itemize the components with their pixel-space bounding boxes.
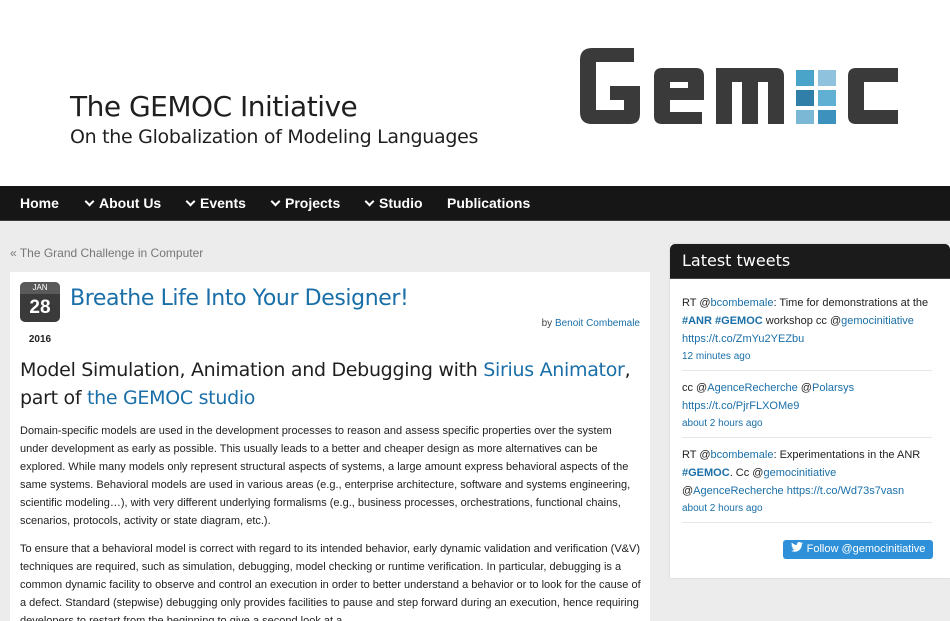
chevron-down-icon [84,196,95,207]
chevron-down-icon [364,196,375,207]
tweet-text: . Cc @ [729,467,764,479]
tweet-text: @ [797,382,812,394]
site-header: The GEMOC Initiative On the Globalizatio… [0,0,950,186]
tweet-item: RT @bcombemale: Time for demonstrations … [682,294,934,366]
tweet-time[interactable]: about 2 hours ago [682,415,934,433]
tweet-text: @ [682,485,694,497]
tweet-text: : Time for demonstrations at the [773,297,929,309]
gemoc-logo[interactable] [572,30,908,142]
author-link[interactable]: Benoit Combemale [555,318,640,329]
hashtag-link[interactable]: #GEMOC [682,467,730,479]
tweet-time[interactable]: 12 minutes ago [682,348,934,366]
nav-about-label: About Us [99,195,162,211]
calendar-icon: JAN 28 [20,282,60,322]
date-year: 2016 [28,334,52,345]
tweet-time[interactable]: about 2 hours ago [682,500,934,518]
nav-studio-label: Studio [379,195,423,211]
nav-home[interactable]: Home [20,186,59,221]
post-card: JAN 28 2016 Breathe Life Into Your Desig… [10,272,650,621]
chevron-down-icon [270,196,281,207]
nav-events[interactable]: Events [185,186,246,221]
tweet-user-link[interactable]: gemocinitiative [763,467,836,479]
tweet-text: cc @ [682,382,708,394]
tweet-divider [682,437,932,438]
tweet-divider [682,522,932,523]
tweet-url-link[interactable]: https://t.co/Wd73s7vasn [787,485,904,497]
tweet-url-link[interactable]: https://t.co/PjrFLXOMe9 [682,400,799,412]
nav-publications[interactable]: Publications [447,186,530,221]
prev-arrow: « [10,246,17,260]
date-badge: JAN 28 2016 [20,282,60,345]
tweet-user-link[interactable]: AgenceRecherche [707,382,798,394]
widget-header: Latest tweets [670,244,950,279]
nav-projects-label: Projects [285,195,341,211]
post-paragraph-1: Domain-specific models are used in the d… [20,425,631,527]
heading-text-1: Model Simulation, Animation and Debuggin… [20,359,484,381]
nav-events-label: Events [200,195,246,211]
gemoc-studio-link[interactable]: the GEMOC studio [87,387,255,409]
chevron-down-icon [185,196,196,207]
tweet-rt: RT @ [682,449,711,461]
nav-projects[interactable]: Projects [270,186,341,221]
tweet-divider [682,370,932,371]
prev-post-label: The Grand Challenge in Computer [19,246,204,260]
tweet-user-link[interactable]: Polarsys [812,382,854,394]
tweet-rt: RT @ [682,297,711,309]
main-nav: Home About Us Events Projects Studio Pub… [0,186,950,221]
tweet-text: : Experimentations in the ANR [773,449,921,461]
tweet-user-link[interactable]: gemocinitiative [841,315,914,327]
hashtag-link[interactable]: #ANR [682,315,712,327]
tweet-item: RT @bcombemale: Experimentations in the … [682,446,934,518]
tweet-user-link[interactable]: AgenceRecherche [693,485,784,497]
tweet-user-link[interactable]: bcombemale [711,449,774,461]
nav-publications-label: Publications [447,195,531,211]
site-title[interactable]: The GEMOC Initiative [70,90,358,123]
tweet-url-link[interactable]: https://t.co/ZmYu2YEZbu [682,333,804,345]
site-subtitle: On the Globalization of Modeling Languag… [70,126,479,148]
widget-title: Latest tweets [682,251,791,270]
tweet-user-link[interactable]: bcombemale [711,297,774,309]
nav-studio[interactable]: Studio [364,186,423,221]
date-day: 28 [29,297,51,318]
byline: by Benoit Combemale [542,318,640,329]
tweet-text: workshop cc @ [762,315,842,327]
nav-home-label: Home [20,195,59,211]
follow-button[interactable]: Follow @gemocinitiative [783,540,933,559]
twitter-bird-icon [790,540,803,559]
latest-tweets-widget: Latest tweets RT @bcombemale: Time for d… [670,244,950,578]
tweet-item: cc @AgenceRecherche @Polarsys https://t.… [682,379,934,433]
date-month: JAN [20,282,60,294]
sirius-animator-link[interactable]: Sirius Animator [483,359,625,381]
section-heading: Model Simulation, Animation and Debuggin… [20,356,640,412]
nav-about-us[interactable]: About Us [84,186,162,221]
post-title[interactable]: Breathe Life Into Your Designer! [70,286,409,311]
hashtag-link[interactable]: #GEMOC [715,315,763,327]
follow-label: Follow @gemocinitiative [806,543,926,555]
post-paragraph-2: To ensure that a behavioral model is cor… [20,543,641,621]
previous-post-link[interactable]: « The Grand Challenge in Computer [10,246,203,260]
byline-by: by [541,318,553,329]
